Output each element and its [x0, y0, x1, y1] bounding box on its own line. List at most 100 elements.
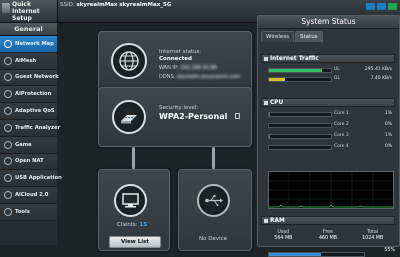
qos-icon	[4, 107, 12, 116]
traffic-ul-value: 295.41 KB/s	[364, 67, 392, 72]
cpu-core-value: 0%	[384, 144, 392, 149]
traffic-dl-fill	[269, 78, 285, 81]
sidebar-item-label: AiCloud 2.0	[15, 192, 49, 199]
sidebar-item-game[interactable]: Game	[0, 136, 57, 154]
sidebar-item-label: Traffic Analyzer	[15, 124, 61, 131]
network-map-icon	[4, 39, 12, 48]
cpu-core-name: Core 4	[334, 144, 349, 149]
cloud-icon	[4, 191, 12, 200]
ssid-display: SSID: skyrealmMax skyrealmMax_5G	[60, 2, 171, 8]
wifi-status-icon[interactable]	[377, 3, 386, 10]
quick-internet-setup-label: Quick Internet Setup	[12, 1, 40, 22]
game-icon	[4, 140, 12, 149]
ram-header: RAM	[261, 216, 395, 225]
cpu-core-track	[268, 112, 332, 117]
system-status-panel: System Status Wireless Status Internet T…	[257, 15, 400, 257]
internet-traffic-header: Internet Traffic	[261, 54, 395, 63]
cpu-core-row: Core 1 1%	[268, 110, 396, 117]
router-node[interactable]: Security level: WPA2-Personal	[98, 87, 252, 147]
sidebar-item-label: AiProtection	[15, 91, 52, 98]
cpu-core-value: 0%	[384, 122, 392, 127]
traffic-ul-row: UL 295.41 KB/s	[268, 66, 396, 73]
usb-node[interactable]: No Device	[178, 169, 252, 251]
usb-status-icon[interactable]	[366, 3, 375, 10]
sidebar-item-label: USB Application	[15, 175, 62, 182]
traffic-ul-fill	[269, 69, 322, 72]
cpu-core-track	[268, 134, 332, 139]
system-status-title: System Status	[258, 16, 399, 29]
sidebar-item-aicloud[interactable]: AiCloud 2.0	[0, 187, 57, 204]
ddns-label: DDNS:	[159, 74, 176, 80]
ram-used-col: Used 564 MB	[261, 230, 306, 242]
cpu-core-name: Core 2	[334, 122, 349, 127]
open-nat-icon	[4, 157, 12, 166]
sidebar-item-usb-application[interactable]: USB Application	[0, 170, 62, 188]
sidebar-item-open-nat[interactable]: Open NAT	[0, 153, 57, 171]
ram-usage-fill	[269, 253, 322, 256]
sidebar-item-guest-network[interactable]: Guest Network	[0, 69, 59, 87]
usb-icon	[197, 184, 230, 217]
security-level-value: WPA2-Personal	[159, 112, 228, 121]
sidebar-item-label: AiMesh	[15, 57, 37, 64]
sidebar-item-label: Guest Network	[15, 74, 59, 81]
internet-status-label: Internet status:	[159, 49, 202, 55]
sidebar-item-aiprotection[interactable]: AiProtection	[0, 86, 57, 104]
sidebar-item-label: Adaptive QoS	[15, 108, 55, 115]
clients-node[interactable]: Clients: 15 View List	[98, 169, 170, 251]
clients-label: Clients:	[117, 222, 138, 228]
tab-wireless[interactable]: Wireless	[261, 31, 295, 42]
traffic-dl-row: DL 7.40 KB/s	[268, 75, 396, 82]
cpu-header: CPU	[261, 98, 395, 107]
network-map: Internet status: Connected WAN IP: 192.1…	[58, 23, 256, 251]
cpu-core-track	[268, 145, 332, 150]
sidebar-item-network-map[interactable]: Network Map	[0, 36, 57, 53]
monitor-icon	[114, 184, 147, 217]
ssid-5g: skyrealmMax_5G	[119, 2, 172, 8]
ssid-label: SSID:	[60, 2, 75, 8]
sidebar-item-label: Open NAT	[15, 158, 44, 165]
traffic-ul-tag: UL	[334, 67, 340, 72]
sidebar-item-label: Network Map	[15, 40, 54, 47]
status-icons	[366, 3, 397, 10]
internet-status-icon[interactable]	[388, 3, 397, 10]
ram-free-col: Free 460 MB	[306, 230, 351, 242]
ddns-row: DDNS: skyrealm.asuscomm.com	[159, 74, 240, 80]
tab-status[interactable]: Status	[295, 31, 323, 42]
router-icon	[112, 100, 146, 134]
clients-count[interactable]: 15	[139, 222, 147, 228]
connector-router-usb	[212, 145, 215, 169]
wan-ip-value: 192.168.50.98	[180, 65, 217, 71]
ddns-value[interactable]: skyrealm.asuscomm.com	[177, 74, 240, 80]
shield-icon	[4, 90, 12, 99]
wan-ip-label: WAN IP:	[159, 65, 179, 71]
ram-total-value: 1024 MB	[362, 236, 384, 241]
quick-internet-setup-button[interactable]: Quick Internet Setup	[0, 0, 58, 22]
wan-ip-row: WAN IP: 192.168.50.98	[159, 65, 217, 71]
sidebar-header: General	[0, 23, 57, 36]
cpu-core-fill	[269, 135, 270, 138]
traffic-dl-value: 7.40 KB/s	[370, 76, 392, 81]
ram-usage-track	[268, 252, 365, 257]
sidebar-item-aimesh[interactable]: AiMesh	[0, 52, 57, 70]
status-tabs: Wireless Status	[258, 31, 399, 42]
cpu-usage-graph	[268, 171, 394, 209]
aimesh-icon	[4, 56, 12, 65]
ram-usage-percent: 55%	[384, 248, 395, 253]
clients-row: Clients: 15	[117, 222, 147, 228]
cpu-core-name: Core 3	[334, 133, 349, 138]
ram-used-value: 564 MB	[274, 236, 293, 241]
globe-icon	[111, 43, 147, 79]
security-level-label: Security level:	[159, 105, 199, 111]
traffic-dl-track	[268, 77, 332, 82]
ram-stats: Used 564 MB Free 460 MB Total 1024 MB	[261, 230, 395, 242]
view-list-button[interactable]: View List	[109, 236, 161, 248]
sidebar-item-traffic-analyzer[interactable]: Traffic Analyzer	[0, 119, 61, 137]
sidebar-item-tools[interactable]: Tools	[0, 203, 57, 221]
ram-free-value: 460 MB	[318, 236, 338, 241]
cpu-core-fill	[269, 113, 270, 116]
internet-node[interactable]: Internet status: Connected WAN IP: 192.1…	[98, 31, 252, 93]
connector-router-clients	[132, 145, 135, 169]
traffic-analyzer-icon	[4, 123, 12, 132]
sidebar-item-adaptive-qos[interactable]: Adaptive QoS	[0, 103, 57, 120]
cpu-core-track	[268, 123, 332, 128]
